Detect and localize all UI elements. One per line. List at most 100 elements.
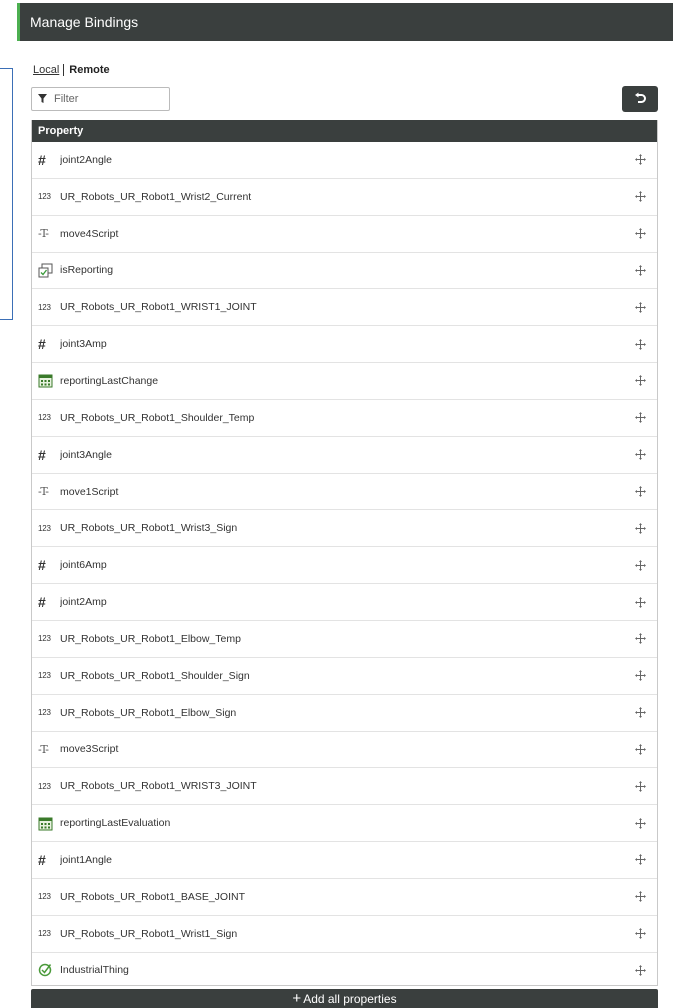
integer-type-icon: 123 [38,634,51,644]
type-icon-cell: # [38,853,58,867]
table-row[interactable]: 123 UR_Robots_UR_Robot1_WRIST3_JOINT [32,768,657,806]
drag-handle-icon[interactable] [633,374,647,388]
integer-type-icon: 123 [38,708,51,718]
table-row[interactable]: -T-move3Script [32,732,657,769]
left-panel-edge [0,68,13,320]
property-name: joint1Angle [60,853,112,866]
table-row[interactable]: 123 UR_Robots_UR_Robot1_Wrist1_Sign [32,916,657,953]
drag-handle-icon[interactable] [633,963,647,977]
number-type-icon: # [38,594,46,611]
drag-handle-icon[interactable] [633,300,647,314]
table-row[interactable]: 123 UR_Robots_UR_Robot1_Elbow_Temp [32,621,657,658]
table-row[interactable]: # joint2Angle [32,142,657,179]
filter-icon [38,94,48,104]
type-icon-cell [38,373,58,388]
drag-handle-icon[interactable] [633,669,647,683]
drag-handle-icon[interactable] [633,706,647,720]
tab-local[interactable]: Local [33,64,65,76]
type-icon-cell: -T- [38,485,58,498]
type-icon-cell: 123 [38,929,58,938]
table-row[interactable]: reportingLastEvaluation [32,805,657,843]
type-icon-cell: 123 [38,303,58,312]
type-icon-cell: 123 [38,708,58,717]
table-row[interactable]: -T-move1Script [32,474,657,511]
type-icon-cell: # [38,595,58,609]
property-name: joint2Amp [60,596,107,609]
string-type-icon: -T- [38,485,49,499]
property-name: UR_Robots_UR_Robot1_Wrist2_Current [60,190,252,203]
add-all-label: Add all properties [303,992,397,1006]
drag-handle-icon[interactable] [633,448,647,462]
table-row[interactable]: reportingLastChange [32,363,657,400]
drag-handle-icon[interactable] [633,779,647,793]
tab-remote[interactable]: Remote [64,64,109,76]
drag-handle-icon[interactable] [633,816,647,830]
properties-table: Property # joint2Angle 123 UR_Robots_UR_Rob… [31,120,658,986]
table-body: # joint2Angle 123 UR_Robots_UR_Robot1_Wrist… [32,142,657,985]
drag-handle-icon[interactable] [633,890,647,904]
drag-handle-icon[interactable] [633,558,647,572]
drag-handle-icon[interactable] [633,263,647,277]
plus-icon: + [292,990,302,1007]
table-row[interactable]: 123 UR_Robots_UR_Robot1_Shoulder_Sign [32,658,657,695]
table-row[interactable]: 123 UR_Robots_UR_Robot1_Wrist2_Current [32,179,657,216]
drag-handle-icon[interactable] [633,595,647,609]
type-icon-cell: 123 [38,524,58,533]
integer-type-icon: 123 [38,192,51,202]
table-row[interactable]: 123 UR_Robots_UR_Robot1_Elbow_Sign [32,695,657,732]
table-row[interactable]: 123 UR_Robots_UR_Robot1_BASE_JOINT [32,879,657,916]
property-name: joint2Angle [60,153,112,166]
drag-handle-icon[interactable] [633,632,647,646]
datetime-type-icon [38,817,53,831]
property-name: UR_Robots_UR_Robot1_BASE_JOINT [60,890,246,903]
property-name: IndustrialThing [60,964,129,977]
drag-handle-icon[interactable] [633,411,647,425]
integer-type-icon: 123 [38,523,51,533]
drag-handle-icon[interactable] [633,190,647,204]
table-row[interactable]: # joint3Angle [32,437,657,474]
filter-box[interactable] [31,87,170,111]
integer-type-icon: 123 [38,929,51,939]
reset-button[interactable] [622,86,658,112]
property-name: UR_Robots_UR_Robot1_WRIST1_JOINT [60,301,257,314]
property-name: isReporting [60,264,114,277]
filter-input[interactable] [54,93,164,105]
type-icon-cell [38,816,58,831]
datetime-type-icon [38,374,53,388]
property-name: move1Script [60,485,119,498]
property-name: joint3Amp [60,338,107,351]
property-name: joint3Angle [60,448,112,461]
table-row[interactable]: # joint2Amp [32,584,657,621]
panel-title: Manage Bindings [17,3,673,41]
number-type-icon: # [38,851,46,868]
integer-type-icon: 123 [38,413,51,423]
type-icon-cell: # [38,448,58,462]
type-icon-cell: 123 [38,634,58,643]
type-icon-cell: 123 [38,892,58,901]
drag-handle-icon[interactable] [633,742,647,756]
integer-type-icon: 123 [38,671,51,681]
drag-handle-icon[interactable] [633,227,647,241]
number-type-icon: # [38,336,46,353]
property-name: UR_Robots_UR_Robot1_Elbow_Sign [60,706,237,719]
drag-handle-icon[interactable] [633,853,647,867]
undo-icon [635,92,646,103]
type-icon-cell: 123 [38,192,58,201]
table-row[interactable]: # joint6Amp [32,547,657,585]
table-row[interactable]: 123 UR_Robots_UR_Robot1_Wrist3_Sign [32,510,657,548]
drag-handle-icon[interactable] [633,337,647,351]
drag-handle-icon[interactable] [633,485,647,499]
table-row[interactable]: # joint1Angle [32,842,657,879]
add-all-properties-button[interactable]: + Add all properties [31,989,658,1008]
table-row[interactable]: 123 UR_Robots_UR_Robot1_WRIST1_JOINT [32,289,657,327]
type-icon-cell: # [38,153,58,167]
drag-handle-icon[interactable] [633,153,647,167]
table-row[interactable]: isReporting [32,253,657,290]
table-row[interactable]: 123 UR_Robots_UR_Robot1_Shoulder_Temp [32,400,657,437]
table-row[interactable]: IndustrialThing [32,953,657,985]
drag-handle-icon[interactable] [633,521,647,535]
drag-handle-icon[interactable] [633,927,647,941]
property-name: UR_Robots_UR_Robot1_Wrist3_Sign [60,522,238,535]
table-row[interactable]: -T-move4Script [32,216,657,253]
table-row[interactable]: # joint3Amp [32,326,657,364]
